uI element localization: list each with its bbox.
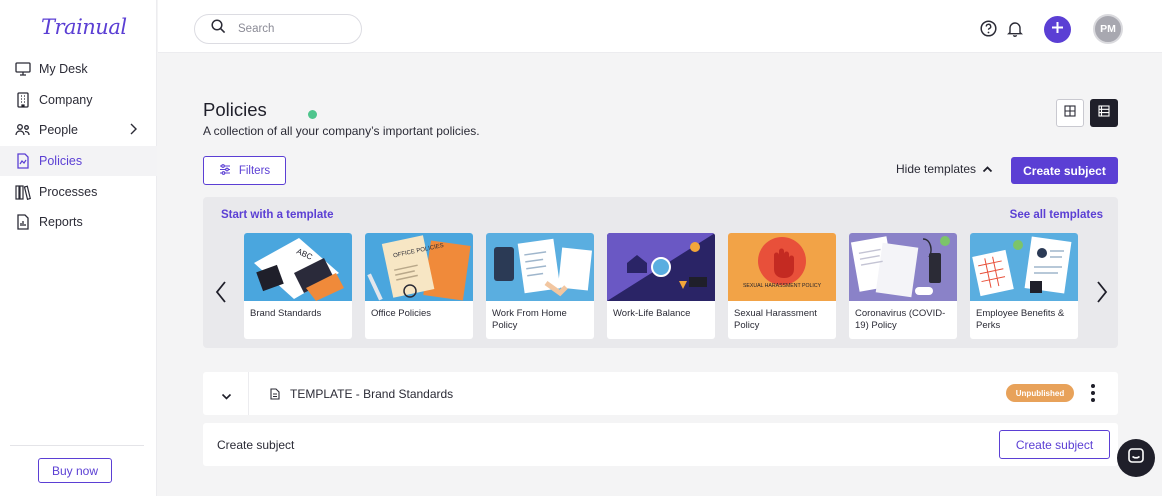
template-thumbnail: ABC <box>244 233 352 301</box>
template-card-label: Work From Home Policy <box>492 308 567 331</box>
row-divider <box>248 372 249 415</box>
hide-templates-toggle[interactable]: Hide templates <box>896 162 993 176</box>
search-box[interactable] <box>194 14 362 44</box>
thumb-text: SEXUAL HARASSMENT POLICY <box>743 283 822 289</box>
plus-icon <box>1051 21 1064 39</box>
policy-doc-icon <box>15 153 31 169</box>
bell-icon[interactable] <box>1006 20 1024 42</box>
hide-templates-label: Hide templates <box>896 162 977 176</box>
help-icon[interactable] <box>980 20 997 42</box>
template-card-label: Coronavirus (COVID-19) Policy <box>855 308 946 331</box>
sidebar-item-label: Processes <box>39 184 98 199</box>
add-button[interactable] <box>1044 16 1071 43</box>
avatar[interactable]: PM <box>1093 14 1123 44</box>
list-view-button[interactable] <box>1090 99 1118 127</box>
sidebar-item-people[interactable]: People <box>0 115 157 146</box>
template-thumbnail <box>849 233 957 301</box>
search-icon <box>211 19 226 39</box>
building-icon <box>15 92 31 108</box>
monitor-icon <box>15 61 31 77</box>
template-card-label: Work-Life Balance <box>613 308 691 319</box>
create-subject-label: Create subject <box>217 438 295 452</box>
create-subject-row: Create subject Create subject <box>203 423 1118 466</box>
template-card-label: Sexual Harassment Policy <box>734 308 817 331</box>
sidebar: Trainual My Desk Company People Policies… <box>0 0 157 496</box>
top-bar: PM <box>158 0 1162 53</box>
books-icon <box>15 184 31 200</box>
create-subject-button[interactable]: Create subject <box>1011 157 1118 184</box>
template-thumbnail <box>607 233 715 301</box>
chat-launcher-button[interactable] <box>1117 439 1155 477</box>
list-icon <box>1098 104 1110 122</box>
see-all-templates-link[interactable]: See all templates <box>1010 209 1103 221</box>
sidebar-item-company[interactable]: Company <box>0 85 157 116</box>
document-icon <box>270 387 280 405</box>
sidebar-divider <box>10 445 144 446</box>
sidebar-item-label: People <box>39 123 78 138</box>
subject-title[interactable]: TEMPLATE - Brand Standards <box>290 387 453 401</box>
template-thumbnail: SEXUAL HARASSMENT POLICY <box>728 233 836 301</box>
template-card-sexual-harassment[interactable]: SEXUAL HARASSMENT POLICY Sexual Harassme… <box>728 233 836 339</box>
carousel-prev-icon[interactable] <box>215 281 227 308</box>
sidebar-item-reports[interactable]: Reports <box>0 207 157 238</box>
sidebar-item-label: Company <box>39 92 93 107</box>
chevron-down-icon[interactable] <box>221 388 232 406</box>
sidebar-item-processes[interactable]: Processes <box>0 176 157 207</box>
template-thumbnail <box>486 233 594 301</box>
sidebar-item-label: Policies <box>39 154 83 169</box>
template-card-work-from-home[interactable]: Work From Home Policy <box>486 233 594 339</box>
carousel-next-icon[interactable] <box>1096 281 1108 308</box>
page-title: Policies <box>203 99 267 120</box>
template-card-brand-standards[interactable]: ABC Brand Standards <box>244 233 352 339</box>
template-card-coronavirus[interactable]: Coronavirus (COVID-19) Policy <box>849 233 957 339</box>
sidebar-item-policies[interactable]: Policies <box>0 145 157 177</box>
page-description: A collection of all your company’s impor… <box>203 124 480 138</box>
filters-label: Filters <box>238 164 271 177</box>
buy-now-button[interactable]: Buy now <box>38 458 112 483</box>
template-card-office-policies[interactable]: OFFICE POLICIES Office Policies <box>365 233 473 339</box>
app-logo[interactable]: Trainual <box>41 15 127 39</box>
filters-button[interactable]: Filters <box>203 156 286 185</box>
people-icon <box>15 122 31 138</box>
search-input[interactable] <box>238 23 348 35</box>
template-thumbnail <box>970 233 1078 301</box>
grid-view-button[interactable] <box>1056 99 1084 127</box>
grid-icon <box>1064 104 1076 122</box>
report-icon <box>15 214 31 230</box>
create-subject-row-button[interactable]: Create subject <box>999 430 1110 459</box>
sidebar-nav: My Desk Company People Policies Processe… <box>0 54 157 238</box>
sidebar-item-my-desk[interactable]: My Desk <box>0 54 157 85</box>
template-card-work-life-balance[interactable]: Work-Life Balance <box>607 233 715 339</box>
subject-row[interactable]: TEMPLATE - Brand Standards Unpublished <box>203 372 1118 415</box>
start-with-template-label: Start with a template <box>221 209 334 221</box>
templates-panel: Start with a template See all templates … <box>203 197 1118 348</box>
template-card-label: Office Policies <box>371 308 432 319</box>
chevron-right-icon[interactable] <box>129 123 137 138</box>
template-thumbnail: OFFICE POLICIES <box>365 233 473 301</box>
sliders-icon <box>219 163 231 178</box>
status-badge: Unpublished <box>1006 384 1074 402</box>
chat-icon <box>1127 447 1145 470</box>
more-options-icon[interactable] <box>1090 383 1096 408</box>
status-dot <box>308 110 317 119</box>
sidebar-item-label: My Desk <box>39 62 88 77</box>
template-card-label: Employee Benefits & Perks <box>976 308 1065 331</box>
sidebar-item-label: Reports <box>39 215 83 230</box>
template-card-label: Brand Standards <box>250 308 322 319</box>
chevron-up-icon <box>982 162 993 176</box>
template-card-employee-benefits[interactable]: Employee Benefits & Perks <box>970 233 1078 339</box>
